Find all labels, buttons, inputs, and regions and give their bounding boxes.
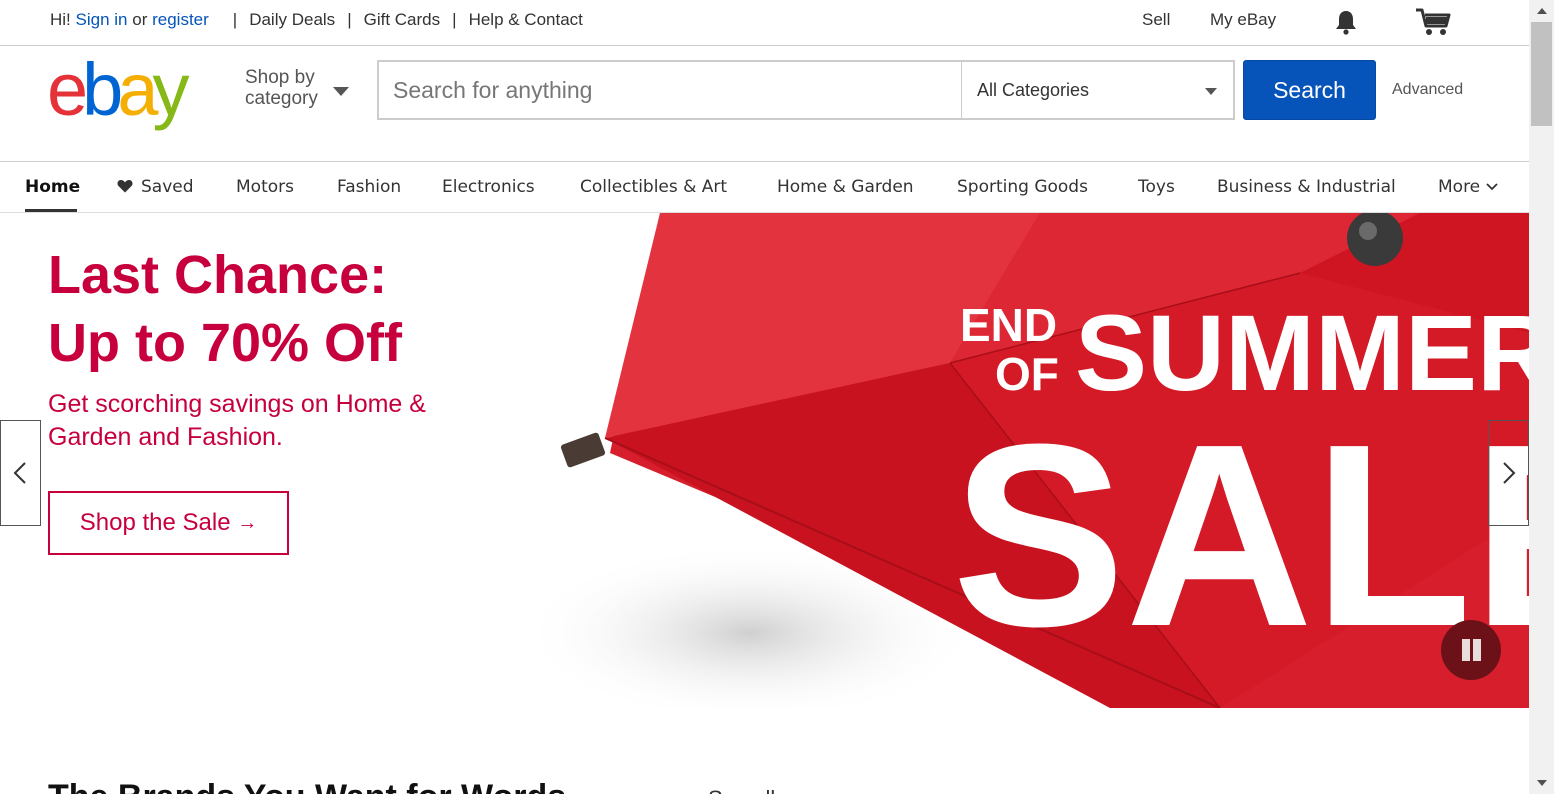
separator: | [347, 10, 352, 29]
my-ebay-link[interactable]: My eBay [1210, 10, 1276, 30]
banner-text-end: END [960, 299, 1057, 351]
chevron-down-icon [1486, 183, 1498, 191]
nav-electronics[interactable]: Electronics [442, 177, 535, 197]
register-link[interactable]: register [152, 10, 209, 30]
search-button[interactable]: Search [1243, 60, 1376, 120]
carousel-prev-button[interactable] [0, 420, 41, 526]
nav-collectibles-art[interactable]: Collectibles & Art [580, 177, 727, 197]
category-nav: Home Saved Motors Fashion Electronics Co… [0, 161, 1529, 213]
topbar-left: Hi! Sign in or register | Daily Deals | … [50, 10, 583, 30]
nav-motors[interactable]: Motors [236, 177, 294, 197]
notification-bell-icon[interactable] [1333, 9, 1359, 35]
scroll-down-icon[interactable] [1537, 780, 1547, 786]
nav-home[interactable]: Home [25, 177, 80, 197]
nav-toys[interactable]: Toys [1138, 177, 1175, 197]
hero-headline: Last Chance: Up to 70% Off [48, 241, 402, 377]
logo-letter-y: y [152, 48, 189, 131]
nav-home-garden[interactable]: Home & Garden [777, 177, 914, 197]
top-utility-bar: Hi! Sign in or register | Daily Deals | … [0, 0, 1529, 46]
carousel-pause-button[interactable] [1441, 620, 1501, 680]
cart-icon[interactable] [1414, 7, 1452, 37]
nav-saved-label: Saved [141, 177, 194, 197]
shop-by-label: Shop by [245, 67, 315, 88]
hero-headline-line2: Up to 70% Off [48, 313, 403, 373]
hero-headline-line1: Last Chance: [48, 245, 388, 305]
category-select[interactable]: All Categories [961, 62, 1233, 118]
help-contact-link[interactable]: Help & Contact [469, 10, 583, 30]
chevron-left-icon [13, 462, 26, 484]
sell-link[interactable]: Sell [1142, 10, 1170, 30]
logo-letter-b: b [82, 48, 123, 131]
nav-sporting-goods[interactable]: Sporting Goods [957, 177, 1088, 197]
hero-carousel: END OF SUMMER SALE Last Chance: Up to 70… [0, 213, 1529, 708]
separator: | [232, 10, 238, 29]
see-all-link[interactable]: See all [708, 786, 775, 794]
nav-active-indicator [25, 209, 77, 212]
category-select-value: All Categories [977, 80, 1090, 100]
nav-saved[interactable]: Saved [117, 177, 194, 197]
separator: | [452, 10, 457, 29]
carousel-next-button[interactable] [1488, 420, 1529, 526]
shop-the-sale-button[interactable]: Shop the Sale → [48, 491, 289, 555]
scrollbar-thumb[interactable] [1531, 22, 1552, 126]
sign-in-link[interactable]: Sign in [76, 10, 128, 30]
category-label: category [245, 88, 318, 109]
logo-letter-a: a [117, 48, 158, 131]
umbrella-sale-banner-image: END OF SUMMER SALE [520, 213, 1529, 708]
heart-icon [117, 180, 133, 193]
scroll-up-icon[interactable] [1537, 8, 1547, 14]
nav-more-label: More [1438, 177, 1481, 197]
search-bar: All Categories [377, 60, 1235, 120]
or-text: or [132, 10, 148, 29]
dropdown-arrow-icon [1205, 88, 1217, 95]
search-input[interactable] [379, 62, 961, 118]
greeting-text: Hi! [50, 10, 71, 29]
advanced-search-link[interactable]: Advanced [1392, 81, 1463, 99]
logo-letter-e: e [47, 48, 88, 131]
daily-deals-link[interactable]: Daily Deals [249, 10, 335, 30]
section-title: The Brands You Want for Words [48, 778, 566, 794]
arrow-right-icon: → [237, 511, 258, 534]
shop-by-category-button[interactable]: Shop by category [245, 67, 349, 109]
chevron-right-icon [1503, 462, 1516, 484]
ebay-logo[interactable]: ebay [47, 48, 189, 131]
nav-fashion[interactable]: Fashion [337, 177, 401, 197]
gift-cards-link[interactable]: Gift Cards [364, 10, 441, 30]
chevron-down-icon [333, 87, 349, 96]
nav-more[interactable]: More [1438, 177, 1498, 197]
page-scrollbar[interactable] [1529, 0, 1554, 794]
hero-subtext: Get scorching savings on Home & Garden a… [48, 390, 426, 451]
nav-business-industrial[interactable]: Business & Industrial [1217, 177, 1396, 197]
cta-label: Shop the Sale [79, 509, 231, 536]
